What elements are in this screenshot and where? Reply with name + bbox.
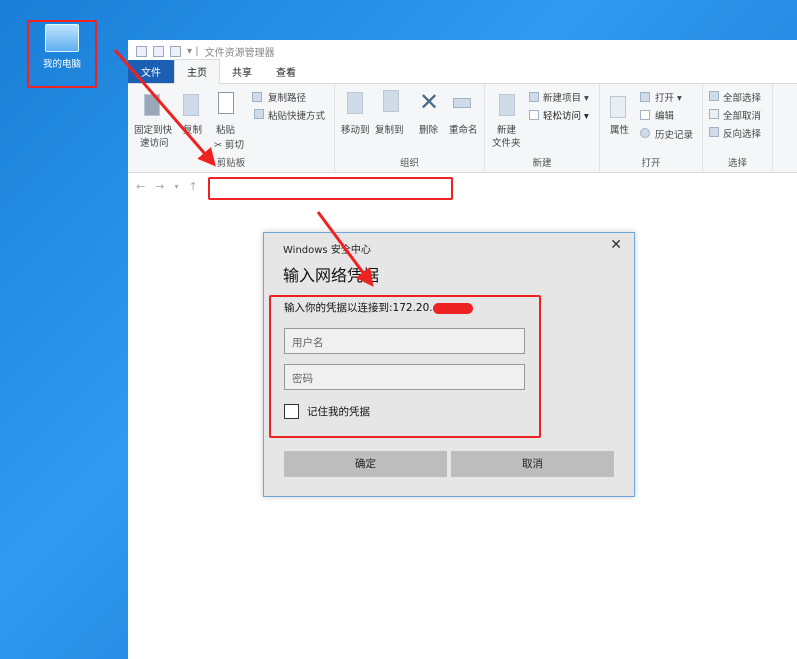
annotation-arrows	[113, 49, 374, 287]
arrow-to-address-bar	[113, 49, 216, 167]
arrow-to-dialog	[316, 211, 374, 287]
